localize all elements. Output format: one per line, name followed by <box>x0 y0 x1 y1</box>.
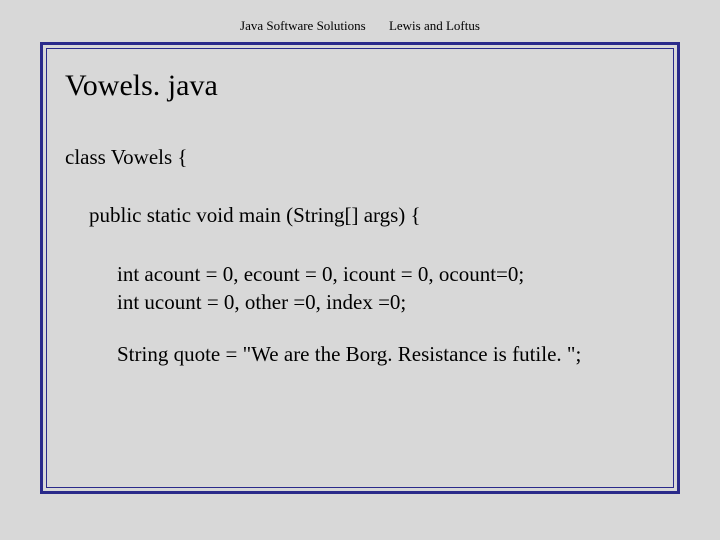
content-frame-outer: Vowels. java class Vowels { public stati… <box>40 42 680 494</box>
header-authors: Lewis and Loftus <box>389 18 480 34</box>
content-frame-inner: Vowels. java class Vowels { public stati… <box>46 48 674 488</box>
slide-header: Java Software Solutions Lewis and Loftus <box>0 0 720 42</box>
header-book-title: Java Software Solutions <box>240 18 366 34</box>
code-var-decl-1: int acount = 0, ecount = 0, icount = 0, … <box>65 260 655 288</box>
slide-title: Vowels. java <box>65 69 655 103</box>
code-class-decl: class Vowels { <box>65 143 655 171</box>
code-string-decl: String quote = "We are the Borg. Resista… <box>65 340 655 368</box>
code-var-decl-2: int ucount = 0, other =0, index =0; <box>65 288 655 316</box>
code-main-decl: public static void main (String[] args) … <box>65 201 655 229</box>
